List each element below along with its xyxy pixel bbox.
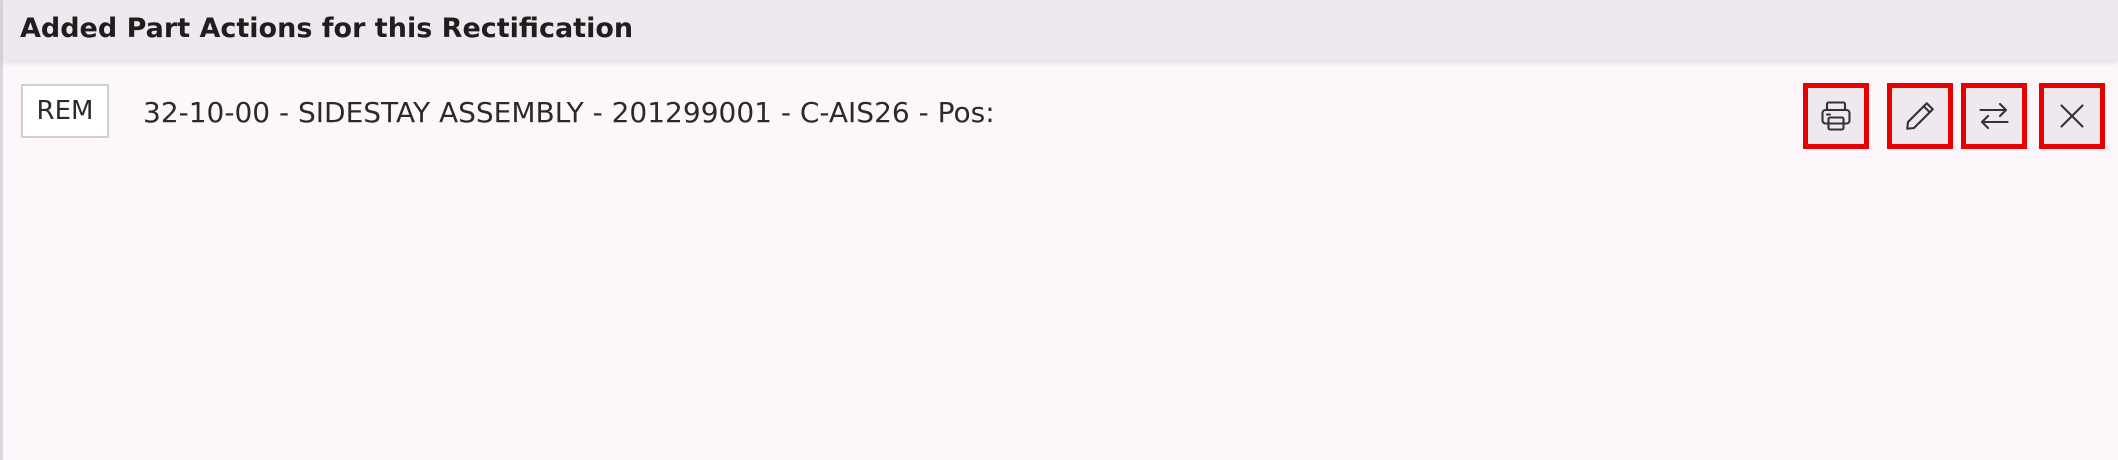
panel-header: Added Part Actions for this Rectificatio… [3,0,2118,60]
action-code-badge: REM [21,84,109,138]
edit-button[interactable] [1887,83,1953,149]
part-action-row: REM 32-10-00 - SIDESTAY ASSEMBLY - 20129… [3,60,2118,170]
pencil-icon [1906,102,1934,130]
swap-arrows-icon [1979,102,2009,130]
close-icon [2060,104,2084,128]
part-description: 32-10-00 - SIDESTAY ASSEMBLY - 201299001… [143,96,995,129]
print-button[interactable] [1803,83,1869,149]
swap-button[interactable] [1961,83,2027,149]
remove-button[interactable] [2039,83,2105,149]
printer-icon [1821,101,1851,131]
part-actions-panel: Added Part Actions for this Rectificatio… [0,0,2118,460]
panel-title: Added Part Actions for this Rectificatio… [20,13,634,44]
